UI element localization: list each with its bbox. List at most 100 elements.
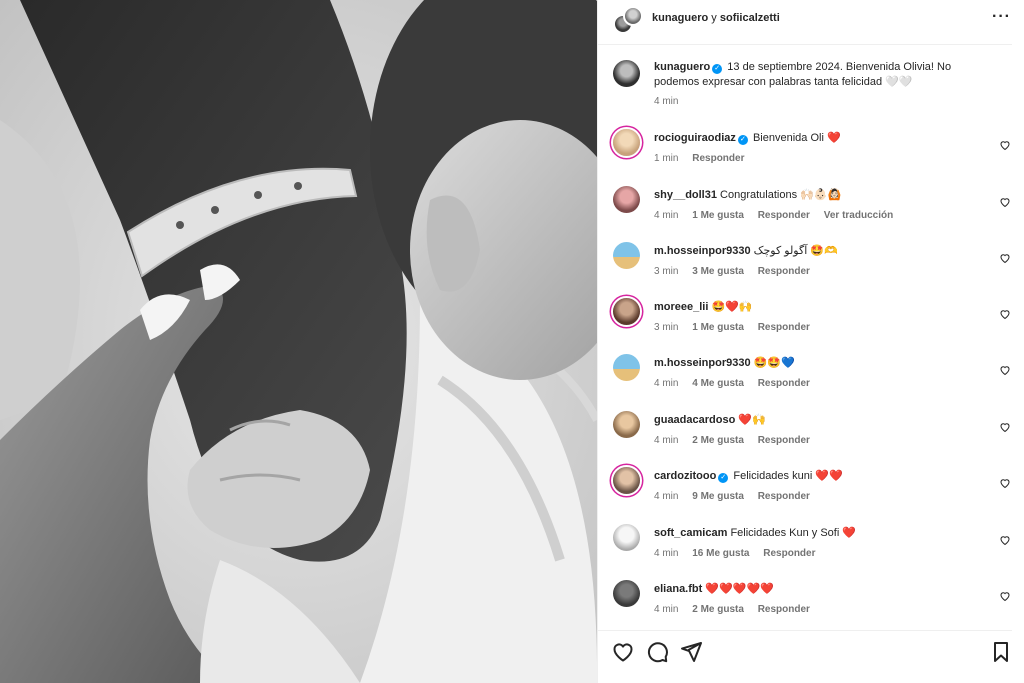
comment-meta: 4 min 2 Me gusta Responder [654, 435, 821, 446]
comments-panel: kunaguero y sofiicalzetti ··· kunaguero ✓… [597, 0, 1024, 683]
comment-text: m.hosseinpor9330 🤩🤩💙 [654, 356, 795, 371]
comment-meta: 4 min 9 Me gusta Responder [654, 491, 821, 502]
translate-button[interactable]: Ver traducción [824, 210, 893, 221]
comment-username[interactable]: rocioguiraodiaz [654, 132, 736, 144]
comment-body: 🤩🤩💙 [753, 357, 795, 369]
comment-text: moreee_lii 🤩❤️🙌 [654, 300, 753, 315]
caption-username[interactable]: kunaguero [654, 61, 710, 73]
comment-time: 3 min [654, 266, 679, 277]
verified-badge-icon: ✓ [737, 135, 748, 145]
heart-outline-icon[interactable] [999, 534, 1011, 546]
comment-text: shy__doll31 Congratulations 🙌🏻👶🏻🙆🏻 [654, 188, 841, 203]
heart-outline-icon[interactable] [999, 196, 1011, 208]
comment-meta: 3 min 1 Me gusta Responder [654, 322, 821, 333]
avatar[interactable] [613, 129, 640, 156]
heart-outline-icon[interactable] [611, 640, 635, 664]
avatar[interactable] [613, 298, 640, 325]
comment-time: 4 min [654, 210, 679, 221]
post-header: kunaguero y sofiicalzetti ··· [598, 0, 1012, 40]
heart-outline-icon[interactable] [999, 421, 1011, 433]
avatar[interactable] [613, 580, 640, 607]
comment-body: ❤️🙌 [738, 414, 766, 426]
comment: rocioguiraodiaz ✓ Bienvenida Oli ❤️ 1 min… [613, 127, 1013, 183]
more-horizontal-icon[interactable]: ··· [992, 9, 1010, 25]
comment-username[interactable]: m.hosseinpor9330 [654, 245, 751, 257]
reply-button[interactable]: Responder [758, 435, 810, 446]
heart-outline-icon[interactable] [999, 139, 1011, 151]
comment-username[interactable]: guaadacardoso [654, 414, 735, 426]
comment-likes[interactable]: 16 Me gusta [692, 548, 749, 559]
comment-body: Congratulations 🙌🏻👶🏻🙆🏻 [720, 189, 842, 201]
heart-outline-icon[interactable] [999, 364, 1011, 376]
comment-username[interactable]: moreee_lii [654, 301, 708, 313]
comment-meta: 4 min 16 Me gusta Responder [654, 548, 827, 559]
reply-button[interactable]: Responder [758, 322, 810, 333]
bookmark-icon[interactable] [989, 640, 1013, 664]
comment: eliana.fbt ❤️❤️❤️❤️❤️ 4 min 2 Me gusta R… [613, 578, 1013, 634]
comment-likes[interactable]: 2 Me gusta [692, 604, 744, 615]
avatar[interactable] [613, 186, 640, 213]
heart-outline-icon[interactable] [999, 308, 1011, 320]
reply-button[interactable]: Responder [758, 604, 810, 615]
comment-body: ❤️❤️❤️❤️❤️ [705, 583, 774, 595]
comment: cardozitooo ✓ Felicidades kuni ❤️❤️ 4 min… [613, 465, 1013, 521]
comment-icon[interactable] [645, 640, 669, 664]
comment-time: 4 min [654, 604, 679, 615]
reply-button[interactable]: Responder [692, 153, 744, 164]
reply-button[interactable]: Responder [758, 266, 810, 277]
avatar[interactable] [613, 411, 640, 438]
comment-likes[interactable]: 1 Me gusta [692, 322, 744, 333]
comment-text: m.hosseinpor9330 آگولو کوچک 🤩🫶 [654, 244, 838, 259]
comment-text: rocioguiraodiaz ✓ Bienvenida Oli ❤️ [654, 131, 841, 146]
comment: m.hosseinpor9330 🤩🤩💙 4 min 4 Me gusta Re… [613, 352, 1013, 408]
comment-meta: 4 min 1 Me gusta Responder Ver traducció… [654, 210, 904, 221]
avatar[interactable] [613, 242, 640, 269]
avatar[interactable] [613, 524, 640, 551]
comment-body: آگولو کوچک 🤩🫶 [753, 245, 838, 257]
comment-text: cardozitooo ✓ Felicidades kuni ❤️❤️ [654, 469, 843, 484]
reply-button[interactable]: Responder [763, 548, 815, 559]
comment-likes[interactable]: 4 Me gusta [692, 378, 744, 389]
comment-username[interactable]: cardozitooo [654, 470, 716, 482]
paper-plane-icon[interactable] [679, 640, 703, 664]
post-authors[interactable]: kunaguero y sofiicalzetti [652, 12, 780, 24]
author-username[interactable]: kunaguero [652, 12, 708, 24]
post-actions [598, 640, 1012, 668]
verified-badge-icon: ✓ [718, 473, 729, 483]
comment-meta: 4 min 2 Me gusta Responder [654, 604, 821, 615]
author-username[interactable]: sofiicalzetti [720, 12, 780, 24]
comment-username[interactable]: eliana.fbt [654, 583, 702, 595]
post-photo[interactable] [0, 0, 597, 683]
comment: soft_camicam Felicidades Kun y Sofi ❤️ 4… [613, 522, 1013, 578]
avatar [623, 6, 643, 26]
comment-likes[interactable]: 1 Me gusta [692, 210, 744, 221]
comment-username[interactable]: m.hosseinpor9330 [654, 357, 751, 369]
reply-button[interactable]: Responder [758, 491, 810, 502]
comment-time: 4 min [654, 435, 679, 446]
comment-likes[interactable]: 3 Me gusta [692, 266, 744, 277]
comment-likes[interactable]: 9 Me gusta [692, 491, 744, 502]
comment-meta: 1 min Responder [654, 153, 755, 164]
reply-button[interactable]: Responder [758, 210, 810, 221]
comment-meta: 3 min 3 Me gusta Responder [654, 266, 821, 277]
comment-likes[interactable]: 2 Me gusta [692, 435, 744, 446]
caption-time: 4 min [654, 96, 679, 107]
comment-time: 3 min [654, 322, 679, 333]
comment: shy__doll31 Congratulations 🙌🏻👶🏻🙆🏻 4 min… [613, 184, 1013, 240]
comment-username[interactable]: soft_camicam [654, 527, 727, 539]
caption-text: kunaguero ✓ 13 de septiembre 2024. Bienve… [654, 60, 984, 90]
comment-time: 4 min [654, 491, 679, 502]
comment-body: 🤩❤️🙌 [711, 301, 753, 313]
collab-avatars[interactable] [613, 6, 643, 36]
comment-username[interactable]: shy__doll31 [654, 189, 717, 201]
comment-body: Felicidades kuni ❤️❤️ [733, 470, 843, 482]
heart-outline-icon[interactable] [999, 590, 1011, 602]
avatar[interactable] [613, 467, 640, 494]
reply-button[interactable]: Responder [758, 378, 810, 389]
heart-outline-icon[interactable] [999, 252, 1011, 264]
comment-text: soft_camicam Felicidades Kun y Sofi ❤️ [654, 526, 856, 541]
comment: guaadacardoso ❤️🙌 4 min 2 Me gusta Respo… [613, 409, 1013, 465]
avatar[interactable] [613, 60, 640, 87]
heart-outline-icon[interactable] [999, 477, 1011, 489]
avatar[interactable] [613, 354, 640, 381]
